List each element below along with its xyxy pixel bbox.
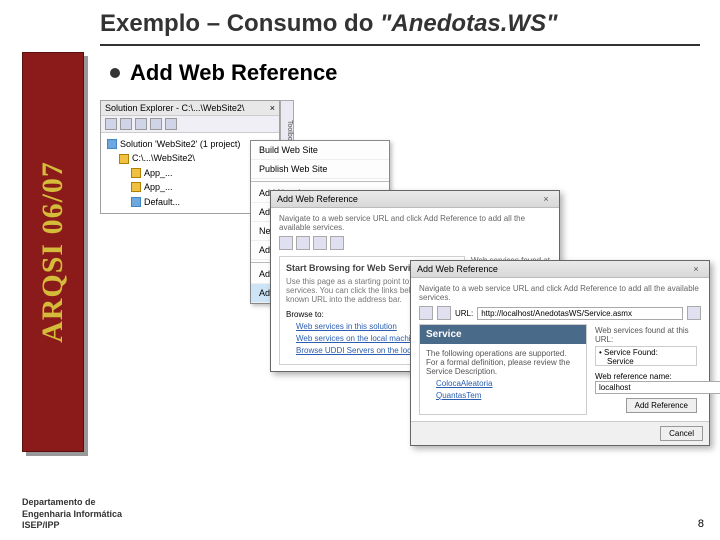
slide-title: Exemplo – Consumo do "Anedotas.WS" (100, 10, 700, 46)
results-pane: Web services found at this URL: • Servic… (591, 324, 701, 415)
url-label: URL: (455, 309, 473, 318)
toolbar-icon[interactable] (150, 118, 162, 130)
go-icon[interactable] (687, 306, 701, 320)
dialog-desc: Navigate to a web service URL and click … (419, 284, 701, 302)
service-body: The following operations are supported. … (420, 344, 586, 408)
dialog-columns: Service The following operations are sup… (419, 324, 701, 415)
file-icon (131, 197, 141, 207)
ref-name-row: Web reference name: (595, 372, 697, 394)
footer-line3: ISEP/IPP (22, 520, 122, 532)
toolbar-icon[interactable] (165, 118, 177, 130)
refresh-icon[interactable] (330, 236, 344, 250)
dialog-button-row: Cancel (411, 421, 709, 445)
add-web-reference-dialog-2: Add Web Reference × Navigate to a web se… (410, 260, 710, 446)
dialog-title: Add Web Reference (277, 194, 358, 204)
service-desc: The following operations are supported. … (426, 349, 580, 376)
menu-build[interactable]: Build Web Site (251, 141, 389, 160)
tree-label: C:\...\WebSite2\ (132, 151, 195, 165)
forward-icon[interactable] (437, 306, 451, 320)
tree-label: App_... (144, 166, 173, 180)
menu-separator (251, 181, 389, 182)
service-pane: Service The following operations are sup… (419, 324, 587, 415)
found-box: • Service Found: Service (595, 346, 697, 366)
bullet-icon (110, 68, 120, 78)
folder-icon (119, 154, 129, 164)
screenshot-stack: Solution Explorer - C:\...\WebSite2\ × S… (100, 100, 710, 490)
solution-icon (107, 139, 117, 149)
folder-icon (131, 182, 141, 192)
solution-explorer-toolbar (101, 116, 279, 133)
bullet-text: Add Web Reference (130, 60, 337, 86)
operation-link[interactable]: ColocaAleatoria (436, 379, 570, 388)
close-icon[interactable]: × (539, 194, 553, 204)
found-item: • Service Found: (599, 348, 693, 357)
dialog-desc: Navigate to a web service URL and click … (279, 214, 551, 232)
add-reference-button[interactable]: Add Reference (626, 398, 697, 413)
bullet-row: Add Web Reference (110, 60, 337, 86)
footer-line1: Departamento de (22, 497, 122, 509)
title-prefix: Exemplo – Consumo do (100, 10, 380, 37)
back-icon[interactable] (419, 306, 433, 320)
close-icon[interactable]: × (689, 264, 703, 274)
toolbar-icon[interactable] (105, 118, 117, 130)
footer: Departamento de Engenharia Informática I… (22, 497, 122, 532)
toolbar-icon[interactable] (135, 118, 147, 130)
dialog-titlebar: Add Web Reference × (271, 191, 559, 208)
solution-explorer-titlebar: Solution Explorer - C:\...\WebSite2\ × (101, 101, 279, 116)
tree-label: Default... (144, 195, 180, 209)
sidebar-banner: ARQSI 06/07 (22, 52, 84, 452)
page-number: 8 (698, 518, 704, 530)
tree-label: Solution 'WebSite2' (1 project) (120, 137, 240, 151)
found-label: Web services found at this URL: (595, 326, 697, 344)
service-header: Service (420, 325, 586, 344)
nav-row (279, 236, 551, 250)
sidebar-label: ARQSI 06/07 (36, 161, 70, 343)
solution-explorer-title: Solution Explorer - C:\...\WebSite2\ (105, 103, 244, 113)
footer-line2: Engenharia Informática (22, 509, 122, 521)
toolbar-icon[interactable] (120, 118, 132, 130)
operation-link[interactable]: QuantasTem (436, 391, 570, 400)
url-input[interactable] (477, 307, 683, 320)
cancel-button[interactable]: Cancel (660, 426, 703, 441)
dialog-titlebar: Add Web Reference × (411, 261, 709, 278)
dialog-body: Navigate to a web service URL and click … (411, 278, 709, 421)
close-icon[interactable]: × (270, 103, 275, 113)
menu-publish[interactable]: Publish Web Site (251, 160, 389, 179)
dialog-title: Add Web Reference (417, 264, 498, 274)
ref-label: Web reference name: (595, 372, 697, 381)
back-icon[interactable] (279, 236, 293, 250)
found-service: Service (599, 357, 693, 366)
home-icon[interactable] (313, 236, 327, 250)
url-row: URL: (419, 306, 701, 320)
tree-label: App_... (144, 180, 173, 194)
ref-name-input[interactable] (595, 381, 720, 394)
forward-icon[interactable] (296, 236, 310, 250)
folder-icon (131, 168, 141, 178)
title-emphasis: "Anedotas.WS" (380, 10, 557, 37)
